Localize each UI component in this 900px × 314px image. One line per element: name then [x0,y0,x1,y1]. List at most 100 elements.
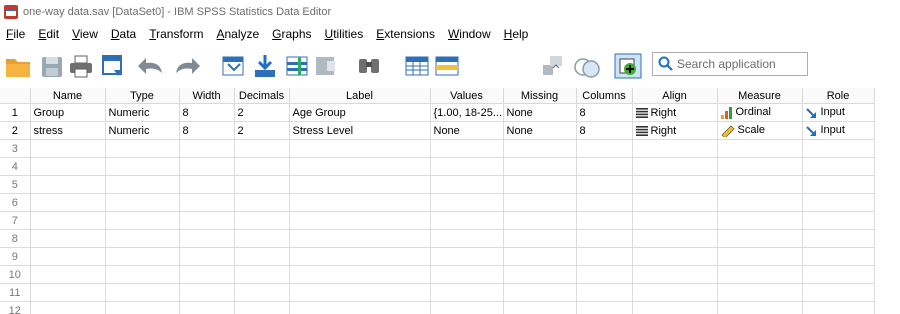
empty-cell[interactable] [430,157,504,176]
empty-cell[interactable] [30,193,106,212]
empty-cell[interactable] [503,265,577,284]
row-number[interactable]: 6 [0,193,31,212]
empty-cell[interactable] [802,247,875,266]
cell-missing[interactable]: None [503,121,577,140]
empty-cell[interactable] [503,193,577,212]
empty-cell[interactable] [576,283,633,302]
empty-cell[interactable] [503,157,577,176]
row-number[interactable]: 8 [0,229,31,248]
empty-cell[interactable] [430,211,504,230]
print-icon[interactable] [68,53,94,79]
empty-cell[interactable] [30,283,106,302]
empty-cell[interactable] [576,175,633,194]
empty-cell[interactable] [576,193,633,212]
variable-row[interactable]: 2 stress Numeric 8 2 Stress Level None None 8 Rig… [0,121,875,140]
value-labels-icon[interactable] [540,53,566,79]
empty-cell[interactable] [503,301,577,314]
empty-cell[interactable] [179,229,235,248]
find-icon[interactable] [356,53,382,79]
empty-cell[interactable] [289,229,431,248]
empty-cell[interactable] [632,229,718,248]
empty-cell[interactable] [105,301,180,314]
cell-label[interactable]: Age Group [289,103,431,122]
empty-cell[interactable] [717,157,803,176]
menu-item-file[interactable]: File [6,27,25,41]
empty-cell[interactable] [802,283,875,302]
empty-cell[interactable] [179,175,235,194]
empty-cell[interactable] [430,139,504,158]
menu-item-utilities[interactable]: Utilities [325,27,364,41]
empty-cell[interactable] [503,283,577,302]
empty-cell[interactable] [576,265,633,284]
row-number[interactable]: 10 [0,265,31,284]
empty-cell[interactable] [289,157,431,176]
column-header-decimals[interactable]: Decimals [234,88,290,104]
empty-cell[interactable] [105,283,180,302]
column-header-label[interactable]: Label [289,88,431,104]
cell-name[interactable]: Group [30,103,106,122]
cell-columns[interactable]: 8 [576,103,633,122]
empty-cell[interactable] [717,139,803,158]
empty-cell[interactable] [802,211,875,230]
cell-align[interactable]: Right [632,121,718,140]
empty-cell[interactable] [576,139,633,158]
empty-cell[interactable] [179,283,235,302]
empty-cell[interactable] [802,229,875,248]
empty-cell[interactable] [632,265,718,284]
menu-item-window[interactable]: Window [448,27,491,41]
cell-measure[interactable]: Ordinal [717,103,803,122]
column-header-name[interactable]: Name [30,88,106,104]
empty-cell[interactable] [105,229,180,248]
row-number[interactable]: 7 [0,211,31,230]
go-to-case-icon[interactable] [220,53,246,79]
empty-cell[interactable] [802,265,875,284]
insert-cases-icon[interactable] [404,53,430,79]
variable-row[interactable]: 1 Group Numeric 8 2 Age Group {1.00, 18-25... N… [0,103,875,122]
empty-cell[interactable] [30,229,106,248]
empty-cell[interactable] [234,229,290,248]
search-input[interactable]: Search application [677,57,776,71]
empty-cell[interactable] [30,139,106,158]
empty-cell[interactable] [234,175,290,194]
empty-cell[interactable] [234,283,290,302]
cell-type[interactable]: Numeric [105,121,180,140]
menu-item-view[interactable]: View [72,27,98,41]
cell-role[interactable]: Input [802,121,875,140]
empty-cell[interactable] [576,247,633,266]
insert-variable-icon[interactable] [434,53,460,79]
empty-cell[interactable] [289,193,431,212]
empty-cell[interactable] [430,247,504,266]
empty-row[interactable]: 6 [0,193,875,212]
cell-columns[interactable]: 8 [576,121,633,140]
row-number[interactable]: 5 [0,175,31,194]
menu-item-data[interactable]: Data [111,27,136,41]
go-to-variable-icon[interactable] [252,53,278,79]
empty-cell[interactable] [105,175,180,194]
empty-cell[interactable] [105,193,180,212]
row-number[interactable]: 2 [0,121,31,140]
empty-cell[interactable] [105,211,180,230]
save-icon[interactable] [40,53,64,79]
empty-cell[interactable] [632,139,718,158]
empty-cell[interactable] [30,211,106,230]
column-header-values[interactable]: Values [430,88,504,104]
empty-cell[interactable] [179,157,235,176]
empty-cell[interactable] [717,247,803,266]
row-number[interactable]: 4 [0,157,31,176]
empty-cell[interactable] [503,175,577,194]
menu-item-extensions[interactable]: Extensions [376,27,435,41]
empty-cell[interactable] [234,157,290,176]
corner-cell[interactable] [0,88,31,104]
cell-align[interactable]: Right [632,103,718,122]
empty-cell[interactable] [105,157,180,176]
empty-cell[interactable] [30,157,106,176]
empty-row[interactable]: 4 [0,157,875,176]
cell-width[interactable]: 8 [179,103,235,122]
add-toolbar-icon[interactable] [614,53,642,79]
undo-icon[interactable] [136,53,166,79]
cell-missing[interactable]: None [503,103,577,122]
empty-cell[interactable] [234,247,290,266]
empty-cell[interactable] [430,175,504,194]
empty-row[interactable]: 5 [0,175,875,194]
empty-cell[interactable] [576,211,633,230]
